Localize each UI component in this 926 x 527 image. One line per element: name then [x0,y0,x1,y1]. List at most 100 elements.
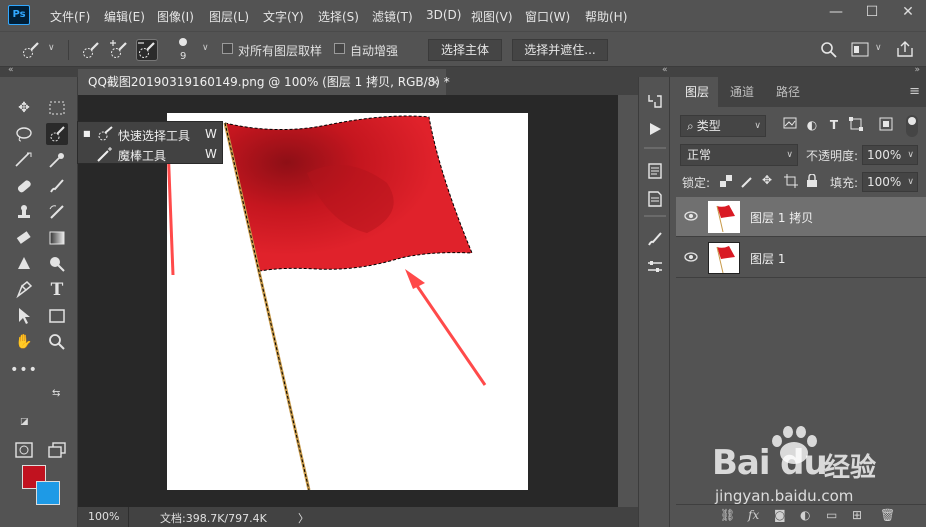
visibility-eye-icon[interactable] [684,210,698,224]
tab-paths[interactable]: 路径 [766,77,810,107]
blend-mode-dropdown[interactable]: 正常 ∨ [680,144,798,166]
layer-row[interactable]: 图层 1 拷贝 [676,197,926,237]
filter-type-icon[interactable]: T [826,117,842,133]
tool-preset-chevron-icon[interactable]: ∨ [48,43,55,53]
menu-3d[interactable]: 3D(D) [426,8,461,22]
type-tool-icon[interactable]: T [46,279,68,301]
filter-shape-icon[interactable] [848,117,864,133]
expand-icon[interactable]: » [914,65,920,75]
properties-panel-icon[interactable] [645,161,665,181]
maximize-button[interactable]: ☐ [854,0,890,24]
add-to-selection-icon[interactable] [108,39,130,61]
subtract-from-selection-icon[interactable] [136,39,158,61]
lock-pixels-icon[interactable] [740,174,754,191]
background-color-swatch[interactable] [36,481,60,505]
quick-selection-tool-icon[interactable] [46,123,68,145]
menu-edit[interactable]: 编辑(E) [104,8,145,25]
fill-input[interactable]: 100% ∨ [862,172,918,192]
menu-filter[interactable]: 滤镜(T) [372,8,413,25]
rectangle-tool-icon[interactable] [46,305,68,327]
default-colors-icon[interactable]: ◪ [20,417,29,427]
actions-play-icon[interactable] [645,119,665,139]
zoom-tool-icon[interactable] [46,331,68,353]
share-icon[interactable] [896,40,914,61]
document-tab[interactable]: QQ截图20190319160149.png @ 100% (图层 1 拷贝, … [78,69,450,95]
new-selection-icon[interactable] [80,39,102,61]
history-brush-icon[interactable] [46,201,68,223]
magic-wand-icon [96,146,114,165]
quick-mask-icon[interactable] [13,439,35,461]
mid-strip-header: « [638,65,670,77]
brush-picker-chevron-icon[interactable]: ∨ [202,43,209,53]
tab-channels[interactable]: 通道 [720,77,764,107]
more-tools-icon[interactable]: ••• [10,359,37,381]
workspace-icon[interactable] [851,42,869,61]
close-button[interactable]: ✕ [890,0,926,24]
auto-enhance-checkbox[interactable] [334,43,345,54]
filter-adjustment-icon[interactable]: ◐ [804,117,820,133]
filter-toggle[interactable] [906,115,918,137]
collapse-icon[interactable]: « [8,65,14,75]
select-subject-button[interactable]: 选择主体 [428,39,502,61]
zoom-level[interactable]: 100% [88,510,119,523]
panel-menu-icon[interactable]: ≡ [909,84,920,99]
healing-brush-icon[interactable] [13,175,35,197]
vertical-scrollbar[interactable] [618,95,638,507]
hand-tool-icon[interactable]: ✋ [13,331,35,353]
menu-type[interactable]: 文字(Y) [263,8,304,25]
eyedropper-tool-icon[interactable] [46,149,68,171]
lock-position-icon[interactable]: ✥ [762,173,772,187]
visibility-eye-icon[interactable] [684,251,698,265]
filter-pixel-icon[interactable] [782,117,798,133]
dodge-tool-icon[interactable] [46,253,68,275]
history-panel-icon[interactable] [645,91,665,111]
menu-select[interactable]: 选择(S) [318,8,359,25]
crop-tool-icon[interactable] [13,149,35,171]
swap-colors-icon[interactable]: ⇆ [52,388,60,399]
lock-all-icon[interactable] [806,173,818,191]
tab-layers[interactable]: 图层 [676,77,718,107]
menu-layer[interactable]: 图层(L) [209,8,249,25]
brush-dot-icon[interactable] [179,38,187,46]
path-selection-icon[interactable] [13,305,35,327]
clone-stamp-icon[interactable] [13,201,35,223]
screen-mode-icon[interactable] [46,439,68,461]
pen-tool-icon[interactable] [13,279,35,301]
quick-select-brush-icon[interactable] [20,39,42,61]
layer-name[interactable]: 图层 1 拷贝 [750,209,813,226]
status-menu-arrow-icon[interactable]: 〉 [298,510,309,526]
marquee-tool-icon[interactable] [46,97,68,119]
flyout-magic-wand[interactable]: 魔棒工具 W [78,144,224,164]
collapse-icon[interactable]: « [662,65,668,75]
workspace-chevron-icon[interactable]: ∨ [875,43,882,53]
menu-help[interactable]: 帮助(H) [585,8,627,25]
brush-panel-icon[interactable] [645,229,665,249]
lock-transparent-icon[interactable] [720,175,732,190]
flyout-quick-selection[interactable]: ■ 快速选择工具 W [78,124,224,144]
eraser-tool-icon[interactable] [13,227,35,249]
opacity-input[interactable]: 100% ∨ [862,145,918,165]
select-and-mask-button[interactable]: 选择并遮住... [512,39,608,61]
menu-window[interactable]: 窗口(W) [525,8,570,25]
move-tool-icon[interactable]: ✥ [13,97,35,119]
minimize-button[interactable]: — [818,0,854,24]
menu-file[interactable]: 文件(F) [50,8,90,25]
search-icon[interactable] [820,41,838,62]
notes-panel-icon[interactable] [645,189,665,209]
layer-row[interactable]: 图层 1 [676,238,926,278]
close-tab-icon[interactable]: × [430,69,440,95]
gradient-tool-icon[interactable] [46,227,68,249]
blur-tool-icon[interactable] [13,253,35,275]
canvas-document[interactable] [167,113,528,490]
lock-artboard-icon[interactable] [784,174,798,191]
layer-filter-dropdown[interactable]: ⌕ 类型 ∨ [680,115,766,137]
brush-settings-icon[interactable] [645,257,665,277]
lasso-tool-icon[interactable] [13,123,35,145]
layer-name[interactable]: 图层 1 [750,250,785,267]
menu-image[interactable]: 图像(I) [157,8,194,25]
filter-smart-object-icon[interactable] [878,117,894,133]
brush-size[interactable]: 9 [180,51,186,62]
brush-tool-icon[interactable] [46,175,68,197]
menu-view[interactable]: 视图(V) [471,8,513,25]
sample-all-layers-checkbox[interactable] [222,43,233,54]
